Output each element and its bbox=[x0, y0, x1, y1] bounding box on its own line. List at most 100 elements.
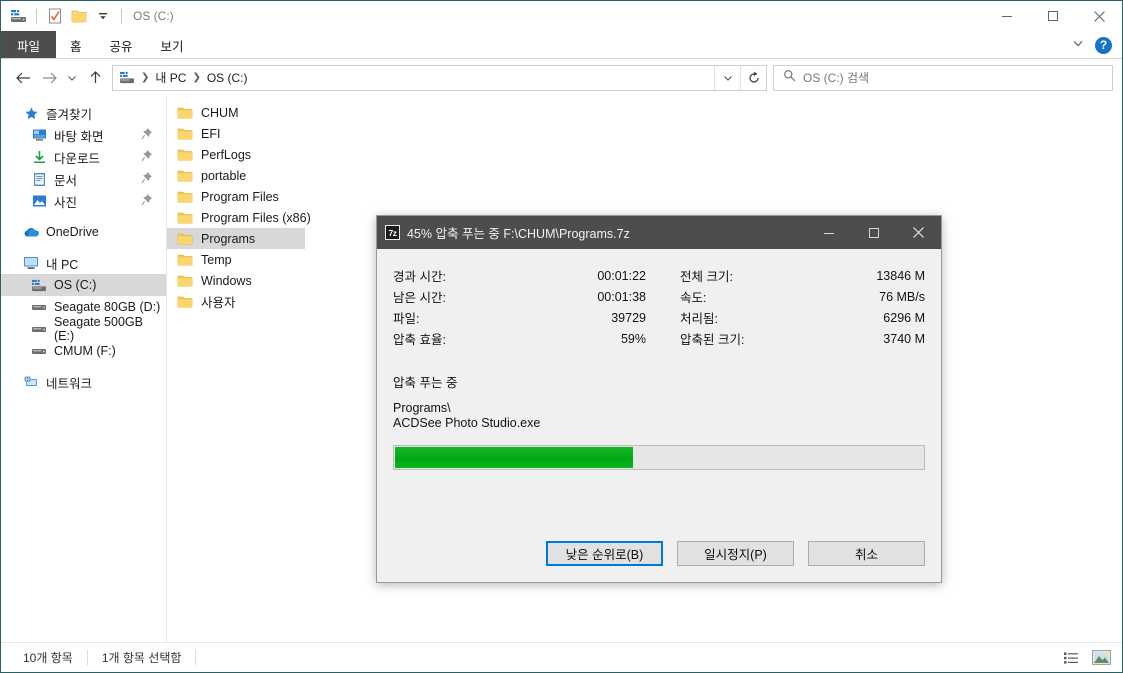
address-dropdown-icon[interactable] bbox=[714, 65, 740, 90]
stat-label: 경과 시간: bbox=[393, 270, 446, 284]
sidebar-item-label: Seagate 500GB (E:) bbox=[54, 315, 143, 343]
current-file: ACDSee Photo Studio.exe bbox=[393, 416, 541, 430]
sidebar-item-os-c[interactable]: OS (C:) bbox=[1, 274, 166, 296]
up-button[interactable] bbox=[82, 65, 108, 91]
tab-view[interactable]: 보기 bbox=[147, 31, 198, 59]
search-input[interactable]: OS (C:) 검색 bbox=[803, 69, 869, 86]
sidebar-item-label: 내 PC bbox=[46, 257, 79, 272]
drive-icon bbox=[31, 299, 47, 315]
dialog-buttons: 낮은 순위로(B) 일시정지(P) 취소 bbox=[377, 541, 941, 582]
folder-icon bbox=[177, 190, 193, 204]
status-divider-2 bbox=[195, 650, 197, 665]
breadcrumb[interactable]: ❯ 내 PC ❯ OS (C:) bbox=[113, 69, 714, 86]
help-button[interactable]: ? bbox=[1095, 36, 1112, 54]
folder-icon bbox=[177, 169, 193, 183]
new-folder-icon[interactable] bbox=[70, 7, 88, 25]
sidebar-item-onedrive[interactable]: OneDrive bbox=[1, 221, 166, 243]
download-icon bbox=[31, 149, 47, 165]
breadcrumb-separator-1: ❯ bbox=[141, 72, 150, 83]
window-controls bbox=[984, 1, 1122, 31]
folder-icon bbox=[177, 211, 193, 225]
details-view-button[interactable] bbox=[1058, 647, 1084, 669]
pause-button[interactable]: 일시정지(P) bbox=[677, 541, 794, 566]
properties-icon[interactable] bbox=[46, 7, 64, 25]
sidebar-item-network[interactable]: 네트워크 bbox=[1, 371, 166, 393]
search-box[interactable]: OS (C:) 검색 bbox=[773, 64, 1113, 91]
sidebar-item-pictures[interactable]: 사진 bbox=[1, 190, 166, 212]
sidebar-item-desktop[interactable]: 바탕 화면 bbox=[1, 124, 166, 146]
list-item[interactable]: EFI bbox=[167, 123, 305, 144]
stat-files: 파일: 39729 bbox=[393, 307, 659, 328]
sidebar-item-label: Seagate 80GB (D:) bbox=[54, 300, 161, 314]
maximize-button[interactable] bbox=[1030, 1, 1076, 31]
dialog-minimize-button[interactable] bbox=[806, 216, 851, 249]
address-bar[interactable]: ❯ 내 PC ❯ OS (C:) bbox=[112, 64, 767, 91]
stat-speed: 속도: 76 MB/s bbox=[659, 286, 925, 307]
back-button[interactable] bbox=[10, 65, 36, 91]
folder-icon bbox=[177, 295, 193, 309]
tab-share[interactable]: 공유 bbox=[96, 31, 147, 59]
sidebar-item-seagate-500gb[interactable]: Seagate 500GB (E:) bbox=[1, 315, 166, 343]
recent-locations-button[interactable] bbox=[62, 65, 82, 91]
drive-icon bbox=[31, 277, 47, 293]
list-item[interactable]: CHUM bbox=[167, 102, 305, 123]
file-name: portable bbox=[201, 168, 247, 183]
close-button[interactable] bbox=[1076, 1, 1122, 31]
sidebar-item-label: 네트워크 bbox=[46, 376, 93, 391]
cancel-button[interactable]: 취소 bbox=[808, 541, 925, 566]
sidebar-item-cmum-f[interactable]: CMUM (F:) bbox=[1, 340, 166, 362]
pin-icon[interactable] bbox=[141, 149, 152, 166]
list-item[interactable]: Program Files bbox=[167, 186, 305, 207]
pin-icon[interactable] bbox=[141, 193, 152, 210]
progress-bar bbox=[393, 445, 925, 470]
minimize-button[interactable] bbox=[984, 1, 1030, 31]
breadcrumb-item-this-pc[interactable]: 내 PC bbox=[155, 69, 186, 86]
large-icons-view-button[interactable] bbox=[1088, 647, 1114, 669]
drive-icon[interactable] bbox=[9, 7, 27, 25]
breadcrumb-item-os-c[interactable]: OS (C:) bbox=[207, 71, 248, 85]
stat-value: 59% bbox=[620, 331, 646, 346]
pin-icon[interactable] bbox=[141, 171, 152, 188]
list-item[interactable]: Programs bbox=[167, 228, 305, 249]
selection-count: 1개 항목 선택함 bbox=[101, 651, 182, 665]
sidebar-item-label: CMUM (F:) bbox=[54, 344, 116, 358]
dialog-maximize-button[interactable] bbox=[851, 216, 896, 249]
customize-dropdown-icon[interactable] bbox=[94, 7, 112, 25]
dialog-body: 경과 시간: 00:01:22 남은 시간: 00:01:38 파일: 3972… bbox=[377, 249, 941, 541]
dialog-title-bar[interactable]: 7z 45% 압축 푸는 중 F:\CHUM\Programs.7z bbox=[377, 216, 941, 249]
pictures-icon bbox=[31, 193, 47, 209]
sidebar-item-label: 사진 bbox=[54, 195, 78, 210]
navigation-pane: 즐겨찾기 바탕 화면 다운로드 문서 사진 OneDrive 내 PC OS (… bbox=[1, 96, 167, 642]
list-item[interactable]: Program Files (x86) bbox=[167, 207, 319, 228]
list-item[interactable]: PerfLogs bbox=[167, 144, 305, 165]
dialog-title: 45% 압축 푸는 중 F:\CHUM\Programs.7z bbox=[407, 227, 630, 241]
sidebar-item-documents[interactable]: 문서 bbox=[1, 168, 166, 190]
pin-icon[interactable] bbox=[141, 127, 152, 144]
drive-icon bbox=[31, 321, 47, 337]
tab-home[interactable]: 홈 bbox=[56, 31, 96, 59]
operation-label: 압축 푸는 중 bbox=[393, 376, 458, 390]
list-item[interactable]: 사용자 bbox=[167, 291, 305, 312]
dialog-close-button[interactable] bbox=[896, 216, 941, 249]
sidebar-item-quick-access[interactable]: 즐겨찾기 bbox=[1, 102, 166, 124]
quick-access-toolbar: OS (C:) bbox=[1, 1, 174, 31]
onedrive-icon bbox=[23, 224, 39, 240]
sidebar-item-label: OS (C:) bbox=[54, 278, 97, 292]
background-button[interactable]: 낮은 순위로(B) bbox=[546, 541, 663, 566]
desktop-icon bbox=[31, 127, 47, 143]
list-item[interactable]: Windows bbox=[167, 270, 305, 291]
sidebar-item-downloads[interactable]: 다운로드 bbox=[1, 146, 166, 168]
sidebar-item-this-pc[interactable]: 내 PC bbox=[1, 252, 166, 274]
forward-button[interactable] bbox=[36, 65, 62, 91]
list-item[interactable]: Temp bbox=[167, 249, 305, 270]
stat-label: 파일: bbox=[393, 312, 420, 326]
ribbon-divider bbox=[1, 58, 1122, 59]
tab-file[interactable]: 파일 bbox=[1, 31, 57, 59]
breadcrumb-root-icon[interactable] bbox=[119, 71, 135, 85]
list-item[interactable]: portable bbox=[167, 165, 305, 186]
current-folder: Programs\ bbox=[393, 401, 451, 415]
stat-label: 처리됨: bbox=[680, 312, 718, 326]
folder-icon bbox=[177, 148, 193, 162]
chevron-down-icon[interactable] bbox=[1071, 36, 1085, 55]
refresh-icon[interactable] bbox=[740, 65, 766, 90]
